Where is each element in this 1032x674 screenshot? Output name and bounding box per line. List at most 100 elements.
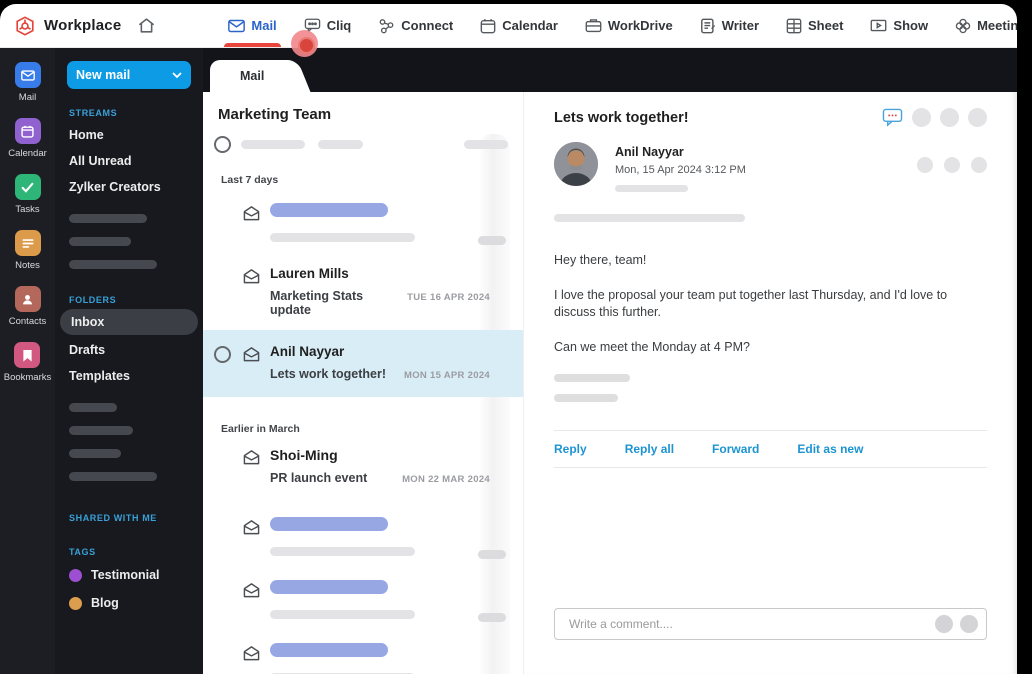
mail-item-subject: Lets work together! [270,367,386,381]
select-all-radio[interactable] [214,136,231,153]
nav-connect[interactable]: Connect [378,4,453,47]
placeholder-subject-bar [270,610,415,619]
rail-tasks-icon [14,174,41,200]
nav-active-underline [224,43,281,47]
rail-mail-label: Mail [18,92,37,103]
mail-item-sender: Anil Nayyar [270,344,345,359]
comment-action-placeholder[interactable] [935,615,953,633]
tags-section-label: TAGS [69,547,96,557]
reply-button[interactable]: Reply [554,442,587,456]
sent-timestamp: Mon, 15 Apr 2024 3:12 PM [615,164,746,176]
sidebar-placeholder-bar [69,214,147,223]
rail-item-contacts[interactable]: Contacts [8,286,47,327]
comment-input[interactable] [569,617,935,631]
mail-item-date: TUE 16 APR 2024 [407,292,490,303]
workdrive-icon [585,19,602,33]
toolbar-action-placeholder[interactable] [940,108,959,127]
comments-icon[interactable] [882,108,903,127]
sidebar-item-all-unread[interactable]: All Unread [67,148,191,174]
streams-section-label: STREAMS [69,108,118,118]
placeholder-bar [318,140,363,149]
forward-button[interactable]: Forward [712,442,759,456]
nav-calendar[interactable]: Calendar [480,4,558,47]
rail-item-tasks[interactable]: Tasks [14,174,41,215]
body-paragraph: Can we meet the Monday at 4 PM? [554,339,750,354]
toolbar-action-placeholder[interactable] [912,108,931,127]
sidebar-item-inbox[interactable]: Inbox [60,309,198,335]
mail-icon [228,19,246,32]
mail-item-shoi-ming[interactable]: Shoi-Ming PR launch event MON 22 MAR 202… [203,441,523,498]
mail-item-placeholder[interactable] [203,506,523,569]
nav-meeting[interactable]: Meeting [955,4,1017,47]
sender-name: Anil Nayyar [615,145,684,159]
mail-item-date: MON 22 MAR 2024 [402,474,490,485]
reply-all-button[interactable]: Reply all [625,442,674,456]
open-envelope-icon [242,205,261,222]
placeholder-bar [464,140,508,149]
tag-blog-label: Blog [91,596,119,610]
nav-workdrive[interactable]: WorkDrive [585,4,673,47]
message-action-placeholder[interactable] [944,157,960,173]
sidebar-item-home[interactable]: Home [67,122,191,148]
home-button[interactable] [137,16,156,35]
nav-mail[interactable]: Mail [224,4,281,47]
tag-item-blog[interactable]: Blog [67,589,191,617]
tag-item-testimonial[interactable]: Testimonial [67,561,191,589]
comment-action-placeholder[interactable] [960,615,978,633]
nav-show[interactable]: Show [870,4,928,47]
writer-icon [700,18,715,33]
tab-mail[interactable]: Mail [210,60,288,92]
mail-sidebar: New mail STREAMS Home All Unread Zylker … [55,48,203,674]
rail-contacts-icon [14,286,41,312]
new-mail-button[interactable]: New mail [67,61,191,89]
rail-calendar-label: Calendar [8,148,47,159]
message-actions: Reply Reply all Forward Edit as new [554,431,987,467]
chevron-down-icon[interactable] [172,72,182,78]
app-window: Workplace Mail Cliq Connect Calendar Wor… [0,4,1017,674]
sidebar-item-templates[interactable]: Templates [67,363,191,389]
nav-writer[interactable]: Writer [700,4,759,47]
sidebar-placeholder-bar [69,260,157,269]
rail-item-bookmarks[interactable]: Bookmarks [3,342,52,383]
placeholder-sender-bar [270,517,388,531]
nav-writer-label: Writer [721,18,760,33]
rail-notes-icon [14,230,41,256]
sidebar-placeholder-bar [69,449,121,458]
toolbar-action-placeholder[interactable] [968,108,987,127]
comment-box [554,608,987,640]
nav-sheet-label: Sheet [808,18,844,33]
mail-item-radio[interactable] [214,346,231,363]
mail-item-placeholder[interactable] [203,192,523,255]
edit-as-new-button[interactable]: Edit as new [797,442,863,456]
placeholder-signature-bar [554,393,618,402]
placeholder-date-bar [478,613,506,622]
nav-calendar-label: Calendar [502,18,558,33]
mail-item-placeholder[interactable] [203,569,523,632]
sidebar-item-zylker-creators[interactable]: Zylker Creators [67,174,191,200]
mail-item-lauren-mills[interactable]: Lauren Mills Marketing Stats update TUE … [203,255,523,330]
rail-bookmarks-label: Bookmarks [3,372,52,383]
sidebar-item-drafts[interactable]: Drafts [67,337,191,363]
mail-list-pane: Marketing Team Last 7 days Lauren Mills … [203,92,523,674]
rail-bookmarks-icon [14,342,41,368]
message-action-placeholder[interactable] [917,157,933,173]
nav-connect-label: Connect [401,18,454,33]
nav-meeting-label: Meeting [977,18,1017,33]
connect-icon [379,18,394,33]
mail-item-sender: Shoi-Ming [270,447,338,463]
reading-pane: Lets work together! Anil Nayyar Mon, 15 … [523,92,1017,674]
placeholder-date-bar [478,236,506,245]
mail-item-placeholder[interactable] [203,632,523,674]
rail-item-mail[interactable]: Mail [14,62,41,103]
message-action-placeholder[interactable] [971,157,987,173]
rail-tasks-label: Tasks [15,204,40,215]
rail-item-notes[interactable]: Notes [14,230,41,271]
placeholder-sender-bar [270,203,388,217]
mail-item-anil-nayyar[interactable]: Anil Nayyar Lets work together! MON 15 A… [203,330,523,397]
mail-item-date: MON 15 APR 2024 [404,370,490,381]
rail-item-calendar[interactable]: Calendar [8,118,47,159]
nav-sheet[interactable]: Sheet [786,4,843,47]
brand-name: Workplace [44,17,122,34]
rail-contacts-label: Contacts [8,316,47,327]
list-summary-row [214,136,508,153]
